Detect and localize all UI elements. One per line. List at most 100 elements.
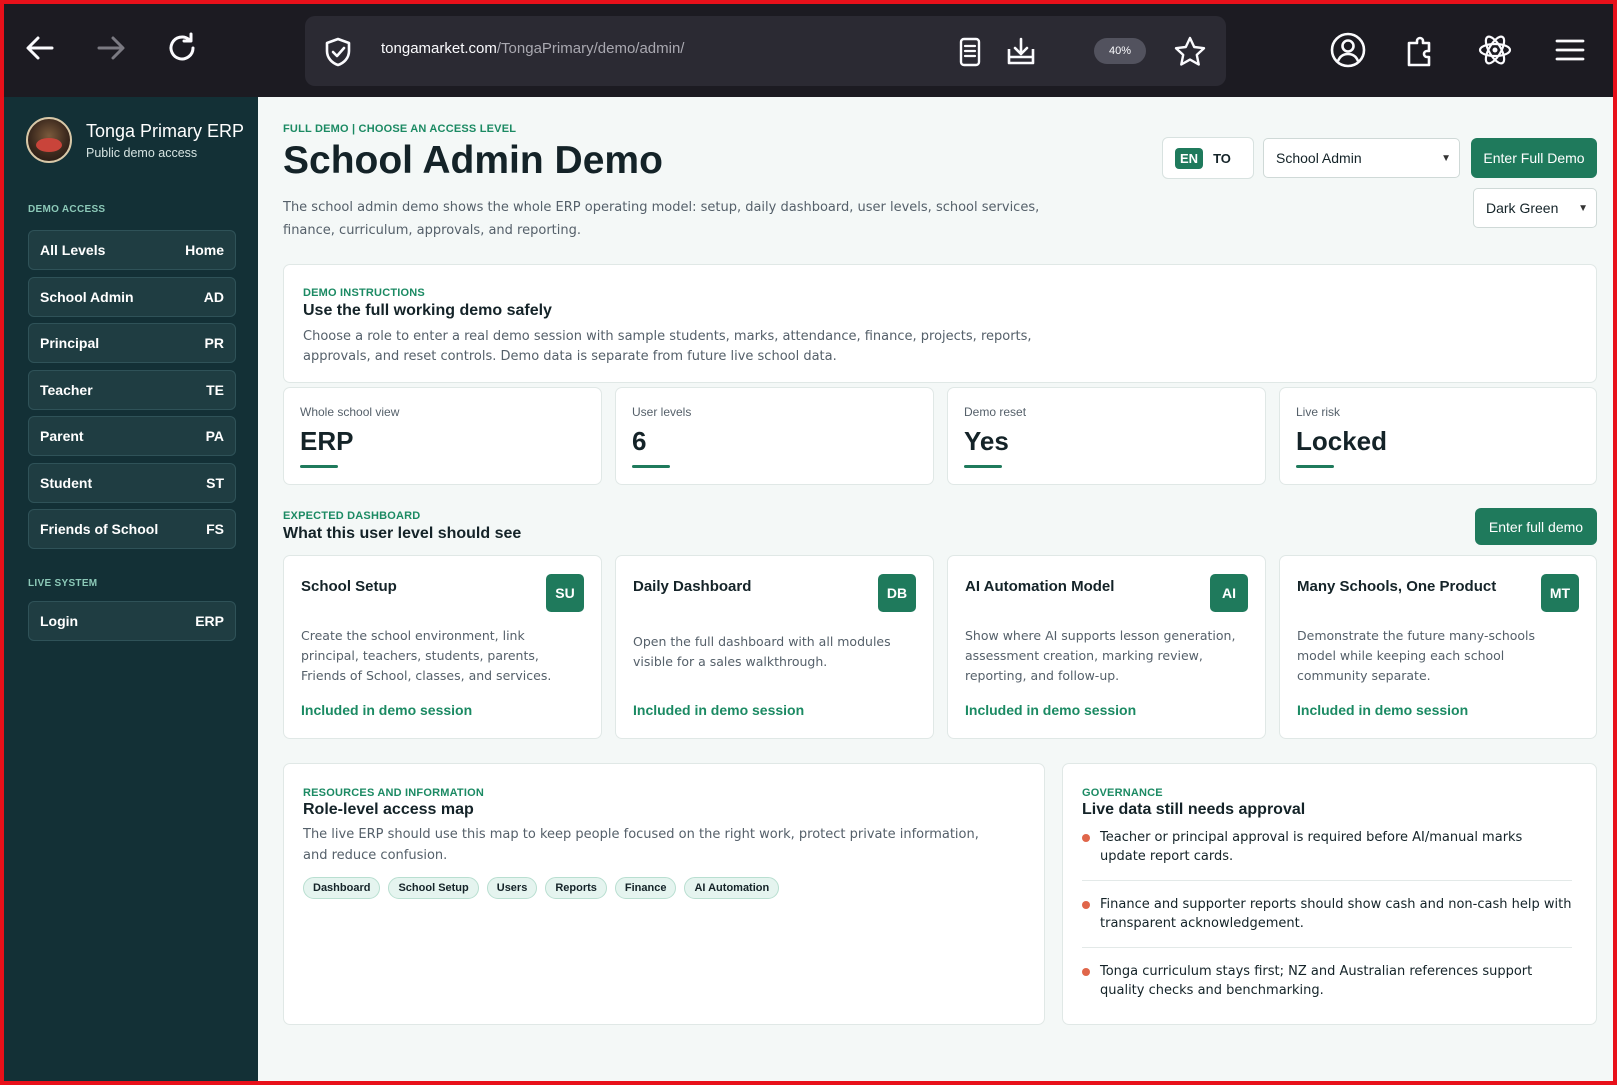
module-description: Open the full dashboard with all modules…	[633, 634, 891, 669]
resources-card: RESOURCES AND INFORMATION Role-level acc…	[283, 763, 1045, 1025]
shield-icon[interactable]	[319, 33, 357, 71]
dashboard-eyebrow: EXPECTED DASHBOARD	[283, 510, 421, 522]
stat-accent-bar	[300, 465, 338, 468]
sidebar-item-login[interactable]: Login ERP	[28, 601, 236, 641]
module-title: Many Schools, One Product	[1297, 578, 1497, 595]
page-eyebrow: FULL DEMO | CHOOSE AN ACCESS LEVEL	[283, 123, 517, 135]
sidebar: Tonga Primary ERP Public demo access DEM…	[4, 97, 258, 1081]
live-system-label: LIVE SYSTEM	[28, 578, 98, 589]
chip-school-setup[interactable]: School Setup	[388, 877, 479, 899]
lang-en-option[interactable]: EN	[1175, 147, 1204, 169]
arrow-right-icon	[93, 30, 129, 70]
brand[interactable]: Tonga Primary ERP Public demo access	[26, 117, 244, 163]
chip-ai-automation[interactable]: AI Automation	[684, 877, 780, 899]
chip-finance[interactable]: Finance	[614, 877, 677, 899]
brand-subtitle: Public demo access	[86, 145, 198, 160]
stat-label: User levels	[632, 405, 692, 419]
zoom-level-badge[interactable]: 40%	[1094, 38, 1146, 64]
module-description: Demonstrate the future many-schools mode…	[1297, 628, 1536, 683]
main-content: FULL DEMO | CHOOSE AN ACCESS LEVEL Schoo…	[258, 97, 1617, 1081]
school-logo	[26, 117, 72, 163]
star-icon[interactable]	[1171, 33, 1209, 71]
stat-card: Live risk Locked	[1279, 387, 1597, 485]
page-title: School Admin Demo	[283, 139, 663, 182]
download-icon[interactable]	[1002, 33, 1040, 71]
bullet-dot	[1082, 968, 1090, 976]
stat-accent-bar	[632, 465, 670, 468]
chip-reports[interactable]: Reports	[545, 877, 607, 899]
list-item: Teacher or principal approval is require…	[1082, 826, 1572, 881]
reader-view-icon[interactable]	[951, 33, 989, 71]
module-description: Show where AI supports lesson generation…	[965, 628, 1236, 683]
enter-full-demo-secondary-button[interactable]: Enter full demo	[1475, 508, 1597, 545]
governance-list: Teacher or principal approval is require…	[1082, 826, 1572, 1026]
browser-toolbar: tongamarket.com/TongaPrimary/demo/admin/…	[0, 0, 1617, 97]
module-status: Included in demo session	[965, 702, 1137, 718]
extensions-icon[interactable]	[1399, 29, 1441, 71]
url-text[interactable]: tongamarket.com/TongaPrimary/demo/admin/	[381, 40, 684, 57]
governance-title: Live data still needs approval	[1082, 801, 1306, 818]
bullet-dot	[1082, 901, 1090, 909]
sidebar-item-teacher[interactable]: Teacher TE	[28, 370, 236, 410]
module-status: Included in demo session	[1297, 702, 1469, 718]
sidebar-item-all-levels[interactable]: All Levels Home	[28, 230, 236, 270]
stat-card: Whole school view ERP	[283, 387, 602, 485]
stat-label: Demo reset	[964, 405, 1027, 419]
instructions-eyebrow: DEMO INSTRUCTIONS	[303, 287, 425, 299]
chevron-down-icon: ▼	[1578, 202, 1588, 214]
stat-accent-bar	[1296, 465, 1334, 468]
sidebar-item-student[interactable]: Student ST	[28, 463, 236, 503]
chevron-down-icon: ▼	[1441, 152, 1451, 164]
arrow-left-icon	[22, 30, 58, 70]
stat-value: ERP	[300, 426, 354, 456]
dashboard-title: What this user level should see	[283, 525, 522, 542]
reload-button[interactable]	[159, 27, 205, 73]
language-toggle[interactable]: EN TO	[1162, 137, 1254, 179]
brand-title: Tonga Primary ERP	[86, 120, 245, 141]
module-status: Included in demo session	[301, 702, 473, 718]
resources-eyebrow: RESOURCES AND INFORMATION	[303, 787, 484, 799]
instructions-title: Use the full working demo safely	[303, 302, 552, 319]
list-item: Tonga curriculum stays first; NZ and Aus…	[1082, 960, 1572, 1014]
forward-button[interactable]	[88, 27, 134, 73]
stat-card: User levels 6	[615, 387, 934, 485]
sidebar-item-friends-of-school[interactable]: Friends of School FS	[28, 509, 236, 549]
resources-title: Role-level access map	[303, 801, 474, 818]
module-title: AI Automation Model	[965, 578, 1115, 595]
address-bar[interactable]: tongamarket.com/TongaPrimary/demo/admin/…	[305, 16, 1226, 86]
page-description: The school admin demo shows the whole ER…	[283, 200, 1040, 238]
resources-text: The live ERP should use this map to keep…	[303, 827, 979, 863]
back-button[interactable]	[17, 27, 63, 73]
module-card-ai-automation[interactable]: AI Automation Model AI Show where AI sup…	[947, 555, 1266, 739]
stat-value: Yes	[964, 426, 1009, 456]
module-title: Daily Dashboard	[633, 578, 752, 595]
theme-select[interactable]: Dark Green ▼	[1473, 188, 1597, 228]
governance-eyebrow: GOVERNANCE	[1082, 787, 1163, 799]
sidebar-item-parent[interactable]: Parent PA	[28, 416, 236, 456]
chip-users[interactable]: Users	[486, 877, 538, 899]
list-item: Finance and supporter reports should sho…	[1082, 893, 1572, 948]
demo-access-label: DEMO ACCESS	[28, 204, 106, 215]
menu-icon[interactable]	[1549, 29, 1591, 71]
chip-dashboard[interactable]: Dashboard	[303, 877, 381, 899]
module-badge: DB	[878, 574, 916, 612]
governance-card: GOVERNANCE Live data still needs approva…	[1062, 763, 1597, 1025]
access-chip-list: Dashboard School Setup Users Reports Fin…	[303, 877, 780, 899]
role-select[interactable]: School Admin ▼	[1263, 138, 1460, 178]
stat-accent-bar	[964, 465, 1002, 468]
module-card-many-schools[interactable]: Many Schools, One Product MT Demonstrate…	[1279, 555, 1597, 739]
stat-value: 6	[632, 426, 647, 456]
sidebar-item-school-admin[interactable]: School Admin AD	[28, 277, 236, 317]
account-icon[interactable]	[1327, 29, 1369, 71]
module-description: Create the school environment, link prin…	[301, 628, 552, 683]
module-title: School Setup	[301, 578, 397, 595]
instructions-text: Choose a role to enter a real demo sessi…	[303, 329, 1032, 364]
stat-card: Demo reset Yes	[947, 387, 1266, 485]
module-card-school-setup[interactable]: School Setup SU Create the school enviro…	[283, 555, 602, 739]
sidebar-item-principal[interactable]: Principal PR	[28, 323, 236, 363]
reload-icon	[164, 30, 200, 70]
module-card-daily-dashboard[interactable]: Daily Dashboard DB Open the full dashboa…	[615, 555, 934, 739]
enter-full-demo-button[interactable]: Enter Full Demo	[1471, 138, 1597, 178]
lang-to-option[interactable]: TO	[1213, 151, 1231, 166]
react-devtools-icon[interactable]	[1474, 29, 1516, 71]
